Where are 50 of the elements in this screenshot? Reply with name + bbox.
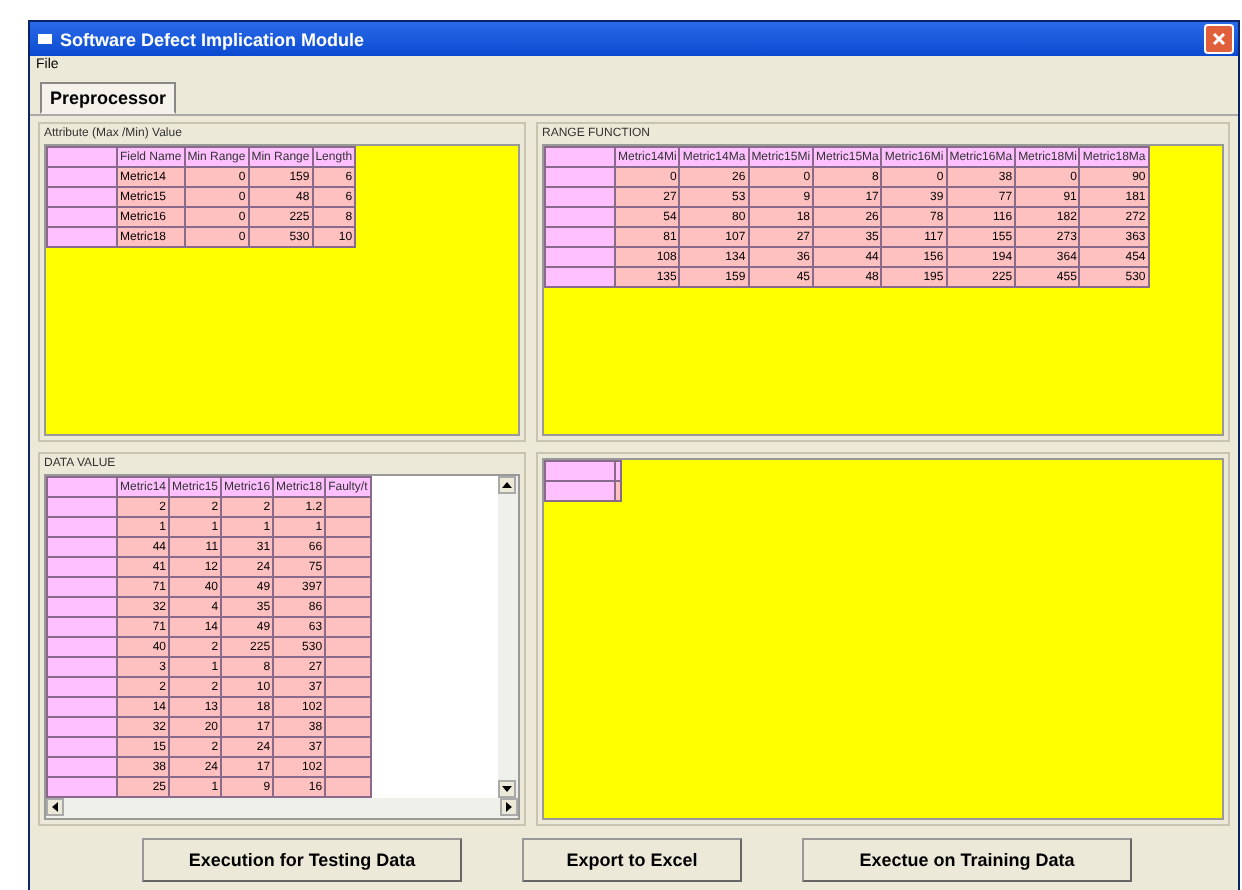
- row-header: [545, 247, 615, 267]
- row-header: [47, 617, 117, 637]
- row-header: [47, 757, 117, 777]
- row-header: [47, 187, 117, 207]
- row-header: [47, 227, 117, 247]
- scroll-down-button[interactable]: [498, 780, 516, 798]
- row-header: [47, 517, 117, 537]
- close-icon: [1212, 32, 1226, 46]
- up-arrow-icon: [502, 482, 512, 488]
- row-header: [47, 637, 117, 657]
- row-header: [47, 677, 117, 697]
- left-arrow-icon: [52, 802, 58, 812]
- app-icon: [38, 34, 52, 44]
- row-header: [47, 737, 117, 757]
- row-header: [47, 697, 117, 717]
- down-arrow-icon: [502, 786, 512, 792]
- row-header: [47, 477, 117, 497]
- close-button[interactable]: [1204, 24, 1234, 54]
- row-header: [47, 557, 117, 577]
- column-header: [615, 461, 621, 481]
- row-header: [47, 777, 117, 797]
- row-header: [47, 147, 117, 167]
- window-title: Software Defect Implication Module: [60, 29, 367, 49]
- row-header: [47, 207, 117, 227]
- row-header: [545, 147, 615, 167]
- row-header: [47, 657, 117, 677]
- table-cell: [615, 481, 621, 501]
- action-button[interactable]: Exectue on Training Data: [802, 838, 1132, 882]
- tab[interactable]: Preprocessor: [40, 82, 177, 114]
- row-header: [545, 481, 615, 501]
- row-header: [47, 597, 117, 617]
- row-header: [545, 461, 615, 481]
- row-header: [47, 717, 117, 737]
- scroll-left-button[interactable]: [46, 798, 64, 816]
- action-button[interactable]: Execution for Testing Data: [142, 838, 462, 882]
- scroll-up-button[interactable]: [498, 476, 516, 494]
- row-header: [545, 207, 615, 227]
- row-header: [47, 167, 117, 187]
- vertical-scrollbar[interactable]: [498, 476, 518, 798]
- row-header: [545, 187, 615, 207]
- action-button[interactable]: Export to Excel: [522, 838, 742, 882]
- row-header: [545, 167, 615, 187]
- row-header: [47, 577, 117, 597]
- horizontal-scrollbar[interactable]: [46, 798, 518, 818]
- row-header: [545, 227, 615, 247]
- row-header: [47, 537, 117, 557]
- row-header: [545, 267, 615, 287]
- scroll-right-button[interactable]: [500, 798, 518, 816]
- row-header: [47, 497, 117, 517]
- right-arrow-icon: [506, 802, 512, 812]
